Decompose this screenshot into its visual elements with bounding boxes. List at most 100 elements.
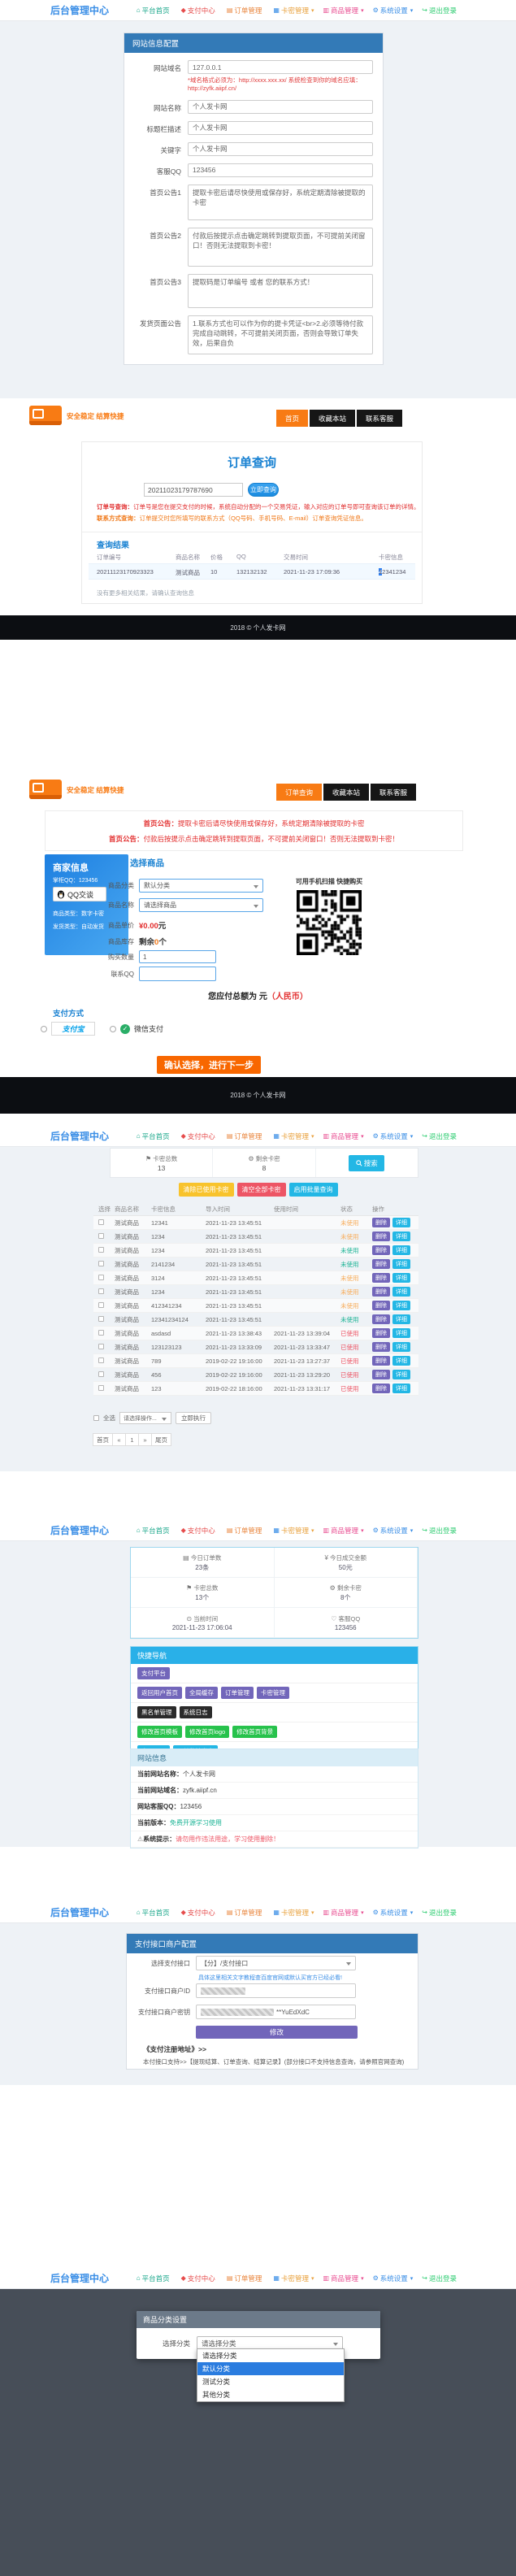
row-checkbox[interactable] [98,1371,104,1377]
admin-nav-item[interactable]: ⌂ 平台首页 [137,2274,172,2283]
quick-nav-badge[interactable]: 修改首页背景 [232,1726,277,1738]
detail-button[interactable]: 详细 [392,1232,410,1241]
detail-button[interactable]: 详细 [392,1342,410,1352]
admin-nav-item[interactable]: ⌂ 平台首页 [137,6,172,15]
front-nav-button[interactable]: 收藏本站 [310,410,355,427]
detail-button[interactable]: 详细 [392,1218,410,1227]
admin-nav-item[interactable]: ▤ 订单管理 [227,1526,265,1536]
search-button[interactable]: 搜索 [349,1155,384,1171]
row-checkbox[interactable] [98,1344,104,1349]
quick-nav-badge[interactable]: 卡密管理 [257,1687,289,1699]
delete-button[interactable]: 删除 [372,1232,390,1241]
select-option[interactable]: 默认分类 [197,2362,344,2375]
delete-button[interactable]: 删除 [372,1287,390,1297]
page-button[interactable]: 尾页 [151,1433,171,1446]
admin-nav-item[interactable]: ⌂ 平台首页 [137,1526,172,1536]
row-checkbox[interactable] [98,1302,104,1308]
delete-button[interactable]: 删除 [372,1301,390,1310]
detail-button[interactable]: 详细 [392,1384,410,1393]
admin-nav-item[interactable]: ↪ 退出登录 [422,1132,459,1141]
pay-register-link[interactable]: 《支付注册地址》>> [143,2044,206,2054]
delete-button[interactable]: 删除 [372,1218,390,1227]
admin-nav-item[interactable]: ▥ 商品管理▾ [323,1132,363,1141]
admin-nav-item[interactable]: ↪ 退出登录 [422,1526,459,1536]
admin-nav-item[interactable]: ◆ 支付中心 [181,1526,218,1536]
page-button[interactable]: « [112,1433,126,1446]
front-nav-button[interactable]: 联系客服 [357,410,402,427]
quantity-input[interactable] [139,950,216,963]
page-button[interactable]: 1 [125,1433,139,1446]
row-checkbox[interactable] [98,1275,104,1280]
quick-nav-badge[interactable]: 系统日志 [180,1706,212,1718]
select-option[interactable]: 请选择分类 [197,2349,344,2362]
admin-nav-item[interactable]: ▤ 订单管理 [227,1908,265,1918]
admin-nav-item[interactable]: ▤ 订单管理 [227,6,265,15]
delete-button[interactable]: 删除 [372,1384,390,1393]
quick-nav-badge[interactable]: 支付平台 [137,1667,170,1679]
keywords-input[interactable] [188,142,373,156]
admin-nav-item[interactable]: ◆ 支付中心 [181,6,218,15]
row-checkbox[interactable] [98,1288,104,1294]
row-checkbox[interactable] [98,1316,104,1322]
row-checkbox[interactable] [98,1261,104,1266]
admin-nav-item[interactable]: ▥ 商品管理▾ [323,6,363,15]
card-action-button[interactable]: 启用批量查询 [289,1183,338,1197]
notice1-textarea[interactable]: 提取卡密后请尽快使用或保存好，系统定期清除被提取的卡密 [188,185,373,220]
row-checkbox[interactable] [98,1219,104,1225]
delete-button[interactable]: 删除 [372,1328,390,1338]
alipay-radio[interactable] [41,1026,47,1032]
admin-nav-item[interactable]: ↪ 退出登录 [422,6,459,15]
admin-nav-item[interactable]: ⚙ 系统设置▾ [373,2274,414,2283]
category-select[interactable]: 默认分类 [139,879,263,893]
select-option[interactable]: 测试分类 [197,2375,344,2388]
admin-nav-item[interactable]: ▦ 卡密管理▾ [273,6,314,15]
admin-nav-item[interactable]: ↪ 退出登录 [422,2274,459,2283]
quick-nav-badge[interactable]: 修改首页模板 [137,1726,182,1738]
admin-nav-item[interactable]: ▦ 卡密管理▾ [273,1526,314,1536]
admin-nav-item[interactable]: ▦ 卡密管理▾ [273,1132,314,1141]
admin-nav-item[interactable]: ◆ 支付中心 [181,1132,218,1141]
admin-nav-item[interactable]: ▦ 卡密管理▾ [273,2274,314,2283]
delete-button[interactable]: 删除 [372,1356,390,1366]
title-desc-input[interactable] [188,121,373,135]
admin-nav-item[interactable]: ⚙ 系统设置▾ [373,1908,414,1918]
detail-button[interactable]: 详细 [392,1328,410,1338]
execute-button[interactable]: 立即执行 [176,1412,211,1424]
admin-nav-item[interactable]: ▦ 卡密管理▾ [273,1908,314,1918]
detail-button[interactable]: 详细 [392,1301,410,1310]
detail-button[interactable]: 详细 [392,1356,410,1366]
order-search-input[interactable] [144,483,243,497]
front-nav-button[interactable]: 订单查询 [276,784,322,801]
delete-button[interactable]: 删除 [372,1370,390,1379]
admin-nav-item[interactable]: ◆ 支付中心 [181,2274,218,2283]
delivery-notice-textarea[interactable]: 1.联系方式也可以作为你的提卡凭证<br>2.必须等待付款完成自动跳转，不可提前… [188,315,373,354]
select-option[interactable]: 其他分类 [197,2388,344,2401]
domain-input[interactable] [188,60,373,74]
contact-qq-input[interactable] [139,967,216,981]
admin-nav-item[interactable]: ▥ 商品管理▾ [323,1526,363,1536]
merchant-id-input[interactable] [196,1983,356,1998]
admin-nav-item[interactable]: ⚙ 系统设置▾ [373,6,414,15]
site-name-input[interactable] [188,100,373,114]
delete-button[interactable]: 删除 [372,1342,390,1352]
quick-nav-badge[interactable]: 修改首页logo [185,1726,229,1738]
pay-interface-select[interactable]: 【分】/支付接口 [196,1956,356,1970]
delete-button[interactable]: 删除 [372,1273,390,1283]
wechat-radio[interactable] [110,1026,116,1032]
admin-nav-item[interactable]: ◆ 支付中心 [181,1908,218,1918]
detail-button[interactable]: 详细 [392,1287,410,1297]
bulk-action-select[interactable]: 请选择操作... [119,1412,171,1424]
notice3-textarea[interactable]: 提取码是订单编号 或者 您的联系方式！ [188,274,373,308]
card-action-button[interactable]: 清空全部卡密 [237,1183,286,1197]
admin-nav-item[interactable]: ▥ 商品管理▾ [323,2274,363,2283]
select-all-checkbox[interactable] [93,1415,99,1421]
quick-nav-badge[interactable]: 返回用户首页 [137,1687,182,1699]
service-qq-input[interactable] [188,163,373,177]
admin-nav-item[interactable]: ▥ 商品管理▾ [323,1908,363,1918]
front-nav-button[interactable]: 首页 [276,410,308,427]
front-nav-button[interactable]: 收藏本站 [323,784,369,801]
row-checkbox[interactable] [98,1247,104,1253]
admin-nav-item[interactable]: ⚙ 系统设置▾ [373,1132,414,1141]
quick-nav-badge[interactable]: 全局缓存 [185,1687,218,1699]
row-checkbox[interactable] [98,1358,104,1363]
